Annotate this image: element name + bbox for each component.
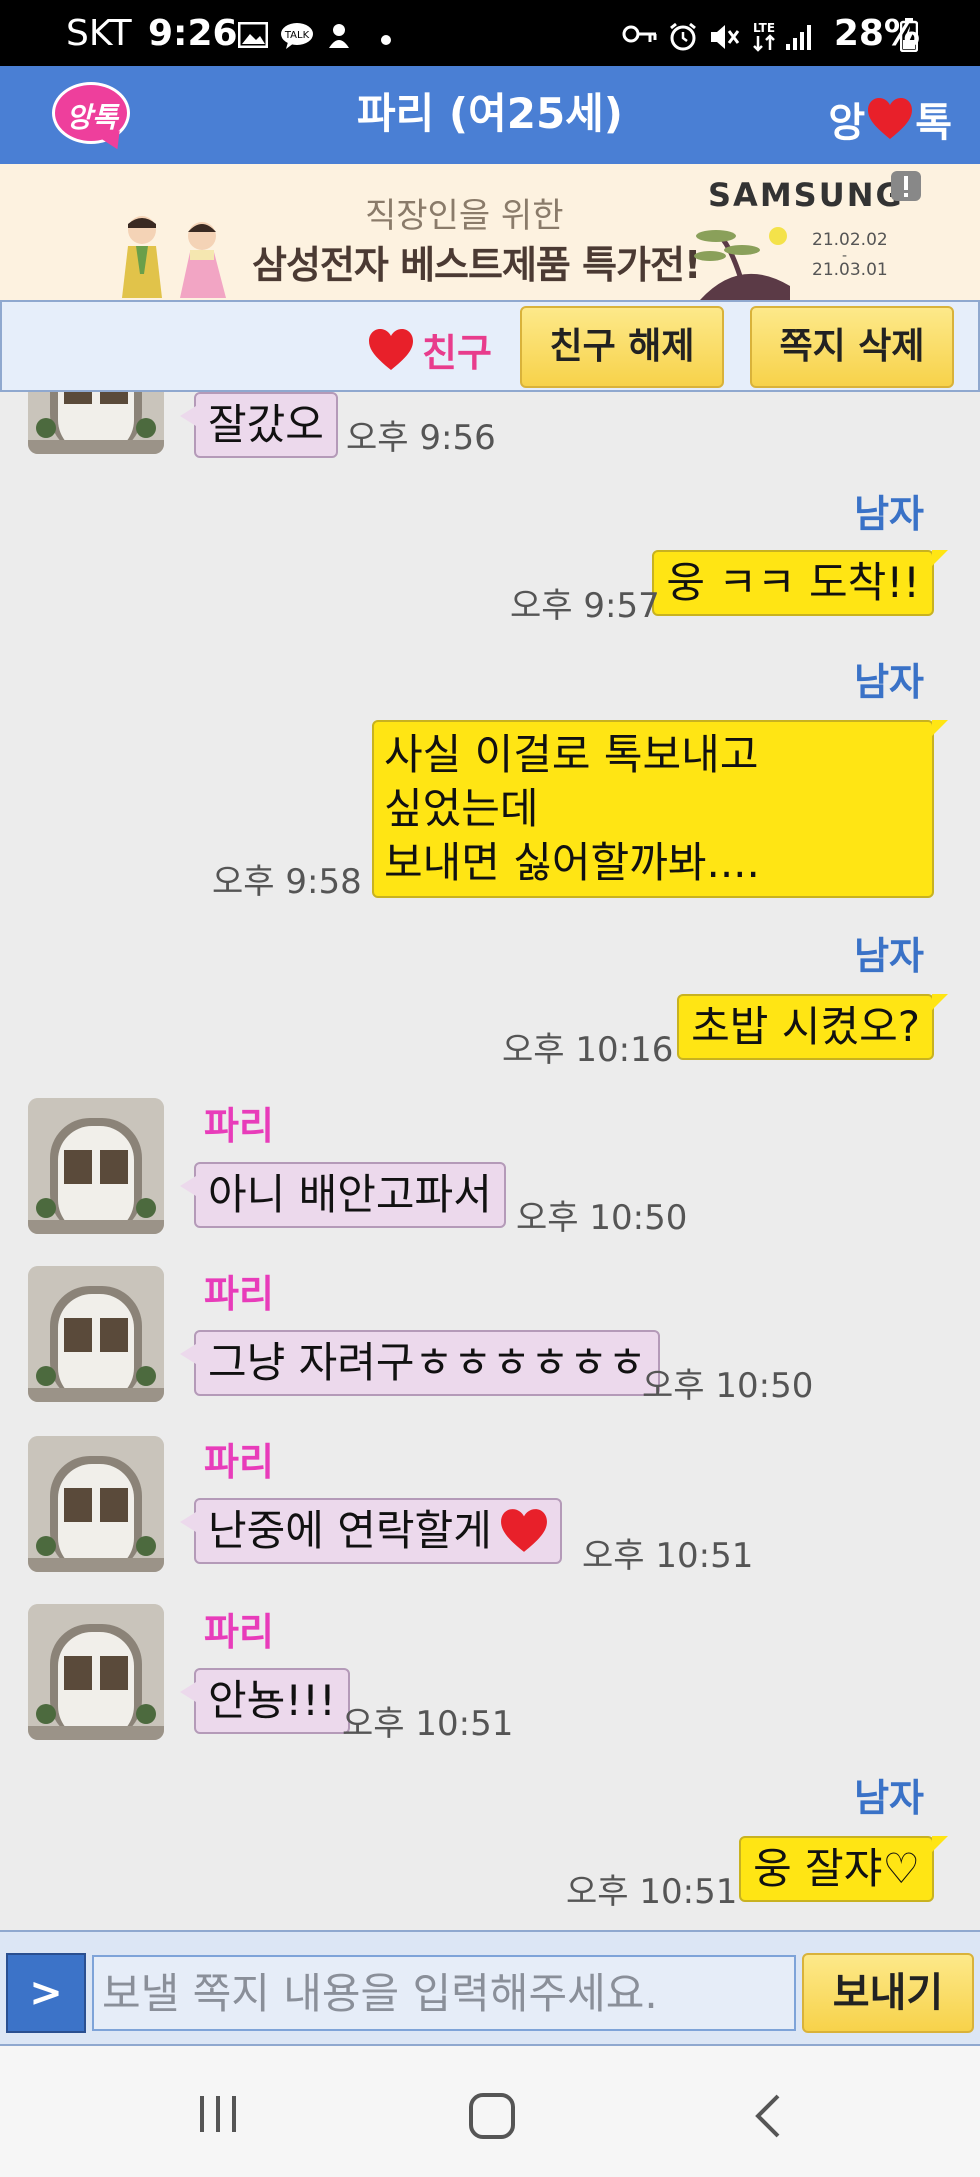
gallery-icon: [238, 22, 268, 48]
sender-name: 파리: [204, 1272, 274, 1316]
kakaotalk-icon: TALK: [281, 23, 313, 49]
status-bar: SKT 9:26 TALK LTE 28%: [0, 0, 980, 66]
message-line: 사실 이걸로 톡보내고: [384, 730, 759, 779]
status-time: 9:26: [148, 13, 238, 54]
send-button[interactable]: 보내기: [802, 1953, 974, 2033]
banner-line1: 직장인을 위한: [365, 196, 564, 236]
battery-charging-icon: [900, 18, 918, 52]
hanbok-figures-illustration: [122, 216, 226, 298]
message-bubble-mine[interactable]: 웅 잘쟈♡: [739, 1836, 948, 1902]
home-icon[interactable]: [468, 2092, 516, 2140]
sender-name: 남자: [854, 1776, 924, 1820]
message-bubble-mine[interactable]: 초밥 시켰오?: [677, 994, 948, 1060]
brand-left: 앙: [828, 100, 866, 146]
message-bubble-partner[interactable]: 난중에 연락할게: [180, 1498, 562, 1564]
message-time: 오후 10:51: [342, 1704, 514, 1744]
svg-text:TALK: TALK: [284, 30, 310, 41]
message-bubble-mine[interactable]: 웅 ㅋㅋ 도착!!: [652, 550, 948, 616]
sender-name: 파리: [204, 1610, 274, 1654]
sender-name: 남자: [854, 660, 924, 704]
sender-name: 파리: [204, 1104, 274, 1148]
message-time: 오후 10:51: [582, 1536, 754, 1576]
banner-sponsor: SAMSUNG: [708, 176, 904, 214]
partner-avatar[interactable]: [28, 1266, 164, 1402]
partner-avatar[interactable]: [28, 1436, 164, 1572]
sender-name: 파리: [204, 1440, 274, 1484]
signal-icon: [786, 25, 811, 50]
alarm-icon: [670, 22, 696, 51]
delete-message-button[interactable]: 쪽지 삭제: [750, 306, 954, 388]
message-time: 오후 9:56: [346, 418, 496, 458]
ad-banner[interactable]: 직장인을 위한 삼성전자 베스트제품 특가전! SAMSUNG 21.02.02…: [0, 164, 980, 300]
mute-icon: [711, 25, 740, 49]
partner-avatar[interactable]: [28, 1098, 164, 1234]
message-time: 오후 10:51: [566, 1872, 738, 1912]
heart-icon: [868, 98, 913, 139]
message-bubble-mine[interactable]: 사실 이걸로 톡보내고 싶었는데 보내면 싫어할까봐....: [372, 720, 948, 898]
heart-emoji-icon: [500, 1509, 547, 1552]
message-time: 오후 10:16: [502, 1030, 674, 1070]
message-input[interactable]: [92, 1955, 796, 2031]
friend-status-label: 친구: [422, 331, 492, 375]
message-bubble-partner[interactable]: 잘갔오: [180, 392, 338, 458]
svg-text:LTE: LTE: [753, 21, 775, 35]
message-time: 오후 9:58: [212, 862, 362, 902]
banner-date-end: 21.03.01: [812, 260, 888, 280]
back-icon[interactable]: [750, 2092, 786, 2140]
message-time: 오후 10:50: [516, 1198, 688, 1238]
banner-date-start: 21.02.02: [812, 230, 888, 250]
unfriend-button[interactable]: 친구 해제: [520, 306, 724, 388]
recent-apps-icon[interactable]: [196, 2092, 240, 2136]
brand-logo[interactable]: 앙 톡: [828, 90, 952, 148]
banner-line2: 삼성전자 베스트제품 특가전!: [252, 243, 701, 287]
message-line: 보내면 싫어할까봐....: [384, 838, 760, 887]
heart-icon: [369, 328, 413, 370]
message-time: 오후 9:57: [510, 586, 660, 626]
message-time: 오후 10:50: [642, 1366, 814, 1406]
sender-name: 남자: [854, 934, 924, 978]
message-line: 싶었는데: [384, 784, 539, 833]
message-text: 난중에 연락할게: [208, 1506, 492, 1555]
more-notifications-dot: [381, 35, 391, 45]
sender-name: 남자: [854, 492, 924, 536]
ad-info-icon[interactable]: [890, 170, 922, 202]
message-bubble-partner[interactable]: 안뇽!!!: [180, 1668, 350, 1734]
message-bubble-partner[interactable]: 아니 배안고파서: [180, 1162, 506, 1228]
message-bubble-partner[interactable]: 그냥 자려구ㅎㅎㅎㅎㅎㅎ: [179, 1330, 661, 1396]
lte-icon: LTE: [753, 21, 775, 52]
expand-button[interactable]: >: [6, 1953, 86, 2033]
key-icon: [622, 25, 657, 43]
partner-avatar[interactable]: [28, 1604, 164, 1740]
friend-status: 친구: [368, 322, 492, 377]
brand-right: 톡: [915, 100, 952, 146]
carrier-label: SKT: [66, 13, 132, 54]
pine-tree-illustration: [694, 227, 790, 300]
notification-icon: [329, 24, 349, 48]
